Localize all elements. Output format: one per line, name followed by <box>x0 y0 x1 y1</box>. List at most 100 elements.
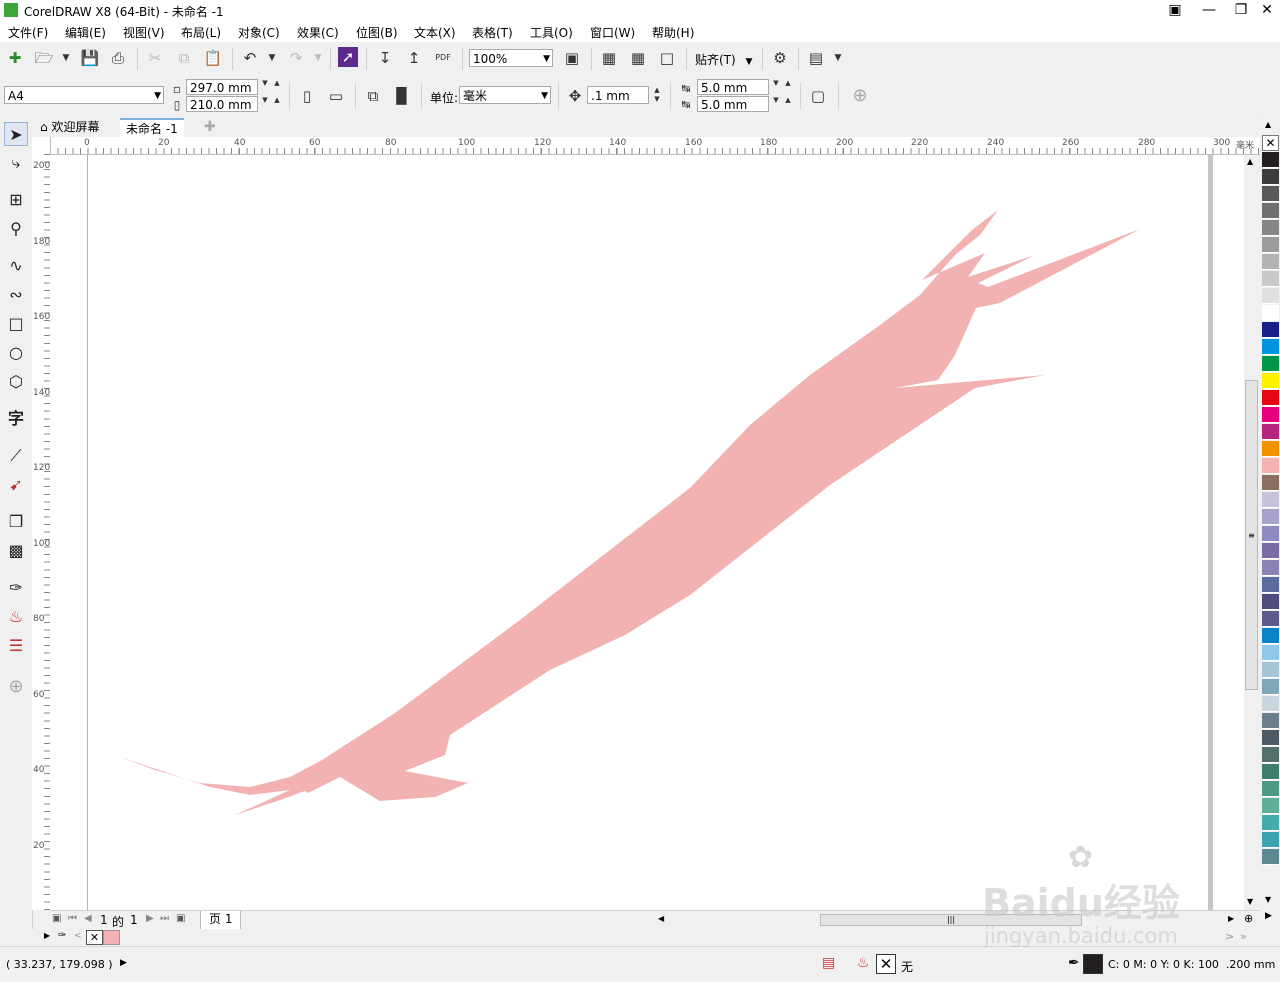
menu-help[interactable]: 帮助(H) <box>652 24 694 41</box>
palette-swatch[interactable] <box>1262 390 1279 406</box>
smart-fill-tool-icon[interactable]: ☰ <box>4 634 28 658</box>
ruler-vertical[interactable]: 200 180 160 140 120 100 80 60 40 20 <box>32 137 51 910</box>
palette-swatch[interactable] <box>1262 713 1279 729</box>
palette-swatch[interactable] <box>1262 696 1279 712</box>
doc-no-color-swatch[interactable]: ✕ <box>86 930 103 945</box>
palette-swatch[interactable] <box>1262 407 1279 423</box>
application-launcher-icon[interactable]: ▤ <box>805 47 827 69</box>
menu-effects[interactable]: 效果(C) <box>297 24 339 41</box>
current-page-icon[interactable]: ▉ <box>391 85 413 107</box>
duplicate-y-field[interactable]: 5.0 mm <box>697 96 769 112</box>
add-icon[interactable]: ⊕ <box>849 85 871 107</box>
show-guidelines-icon[interactable]: □ <box>656 47 678 69</box>
palette-swatch[interactable] <box>1262 305 1279 321</box>
palette-swatch[interactable] <box>1262 186 1279 202</box>
duplicate-x-up-icon[interactable]: ▲ <box>782 79 794 97</box>
palette-swatch[interactable] <box>1262 747 1279 763</box>
page-height-field[interactable]: 210.0 mm <box>186 96 258 112</box>
menu-file[interactable]: 文件(F) <box>8 24 48 41</box>
color-proof-icon[interactable]: ▤ <box>822 955 835 971</box>
page-width-field[interactable]: 297.0 mm <box>186 79 258 95</box>
doc-palette-end-icon[interactable]: » <box>1240 930 1247 943</box>
palette-swatch[interactable] <box>1262 560 1279 576</box>
account-icon[interactable]: ▣ <box>1158 0 1192 21</box>
palette-swatch[interactable] <box>1262 628 1279 644</box>
scroll-left-icon[interactable]: ◀ <box>658 914 664 923</box>
palette-swatch[interactable] <box>1262 645 1279 661</box>
palette-scroll-down-icon[interactable]: ▼ <box>1265 895 1271 904</box>
ellipse-tool-icon[interactable]: ○ <box>4 341 28 365</box>
snap-to-menu[interactable]: 贴齐(T) ▼ <box>695 51 752 68</box>
menu-object[interactable]: 对象(C) <box>238 24 280 41</box>
crop-tool-icon[interactable]: ⊞ <box>4 188 28 212</box>
palette-flyout-icon[interactable]: ▶ <box>1265 911 1272 921</box>
open-dropdown-icon[interactable]: ▼ <box>55 47 77 69</box>
duplicate-x-field[interactable]: 5.0 mm <box>697 79 769 95</box>
eyedropper-tool-icon[interactable]: ✑ <box>4 576 28 600</box>
polygon-tool-icon[interactable]: ⬡ <box>4 370 28 394</box>
redo-dropdown-icon[interactable]: ▼ <box>307 47 329 69</box>
export-icon[interactable]: ↥ <box>403 47 425 69</box>
menu-view[interactable]: 视图(V) <box>123 24 165 41</box>
page-tab-1[interactable]: 页 1 <box>200 911 242 930</box>
no-color-swatch[interactable]: ✕ <box>1262 135 1279 151</box>
menu-edit[interactable]: 编辑(E) <box>65 24 106 41</box>
scroll-right-icon[interactable]: ▶ <box>1228 914 1234 923</box>
scroll-up-icon[interactable]: ▲ <box>1247 157 1253 166</box>
units-select[interactable]: 毫米 ▼ <box>459 86 551 104</box>
parallel-dimension-tool-icon[interactable]: ⟋ <box>4 444 28 468</box>
pick-tool-icon[interactable]: ➤ <box>4 122 28 146</box>
shape-tool-icon[interactable]: ⤷ <box>4 151 28 175</box>
transparency-tool-icon[interactable]: ▩ <box>4 539 28 563</box>
launcher-dropdown-icon[interactable]: ▼ <box>827 47 849 69</box>
palette-swatch[interactable] <box>1262 526 1279 542</box>
save-icon[interactable]: 💾 <box>79 47 101 69</box>
show-grid-icon[interactable]: ▦ <box>627 47 649 69</box>
scroll-down-icon[interactable]: ▼ <box>1247 897 1253 906</box>
current-page-number[interactable]: 1 <box>100 913 108 927</box>
nudge-spinner[interactable]: ▲ ▼ <box>651 86 663 104</box>
palette-swatch[interactable] <box>1262 594 1279 610</box>
palette-swatch[interactable] <box>1262 220 1279 236</box>
page-size-select[interactable]: A4 ▼ <box>4 86 164 104</box>
show-rulers-icon[interactable]: ▦ <box>598 47 620 69</box>
last-page-icon[interactable]: ⏭ <box>160 913 169 924</box>
palette-swatch[interactable] <box>1262 611 1279 627</box>
previous-page-icon[interactable]: ◀ <box>84 913 92 924</box>
add-page-before-icon[interactable]: ▣ <box>52 913 61 924</box>
ruler-horizontal[interactable]: 0 20 40 60 80 100 120 140 160 180 200 22… <box>50 137 1260 155</box>
menu-layout[interactable]: 布局(L) <box>181 24 221 41</box>
menu-bitmaps[interactable]: 位图(B) <box>356 24 398 41</box>
paste-icon[interactable]: 📋 <box>202 47 224 69</box>
all-pages-icon[interactable]: ⧉ <box>362 85 384 107</box>
palette-swatch[interactable] <box>1262 322 1279 338</box>
palette-swatch[interactable] <box>1262 475 1279 491</box>
drop-shadow-tool-icon[interactable]: ❐ <box>4 510 28 534</box>
page-height-spinner[interactable]: ▼ <box>259 96 271 114</box>
page-height-up-icon[interactable]: ▲ <box>271 96 283 114</box>
palette-swatch[interactable] <box>1262 424 1279 440</box>
palette-swatch[interactable] <box>1262 543 1279 559</box>
palette-swatch[interactable] <box>1262 288 1279 304</box>
treat-as-filled-icon[interactable]: ▢ <box>807 85 829 107</box>
eyedropper-icon[interactable]: ✑ <box>58 930 66 941</box>
palette-swatch[interactable] <box>1262 237 1279 253</box>
minimize-button[interactable]: — <box>1192 0 1226 21</box>
page-width-spinner[interactable]: ▼ <box>259 79 271 97</box>
import-icon[interactable]: ↧ <box>374 47 396 69</box>
cut-icon[interactable]: ✂ <box>144 47 166 69</box>
palette-swatch[interactable] <box>1262 781 1279 797</box>
next-page-icon[interactable]: ▶ <box>146 913 154 924</box>
palette-swatch[interactable] <box>1262 662 1279 678</box>
zoom-level-select[interactable]: 100% ▼ <box>469 49 553 67</box>
search-content-icon[interactable]: ➚ <box>338 47 358 67</box>
page-width-up-icon[interactable]: ▲ <box>271 79 283 97</box>
print-icon[interactable]: ⎙ <box>107 47 129 69</box>
palette-swatch[interactable] <box>1262 577 1279 593</box>
menu-text[interactable]: 文本(X) <box>414 24 456 41</box>
palette-swatch[interactable] <box>1262 458 1279 474</box>
text-tool-icon[interactable]: 字 <box>4 407 28 431</box>
doc-palette-left-icon[interactable]: < <box>74 931 82 941</box>
palette-swatch[interactable] <box>1262 832 1279 848</box>
close-button[interactable]: ✕ <box>1250 0 1280 21</box>
